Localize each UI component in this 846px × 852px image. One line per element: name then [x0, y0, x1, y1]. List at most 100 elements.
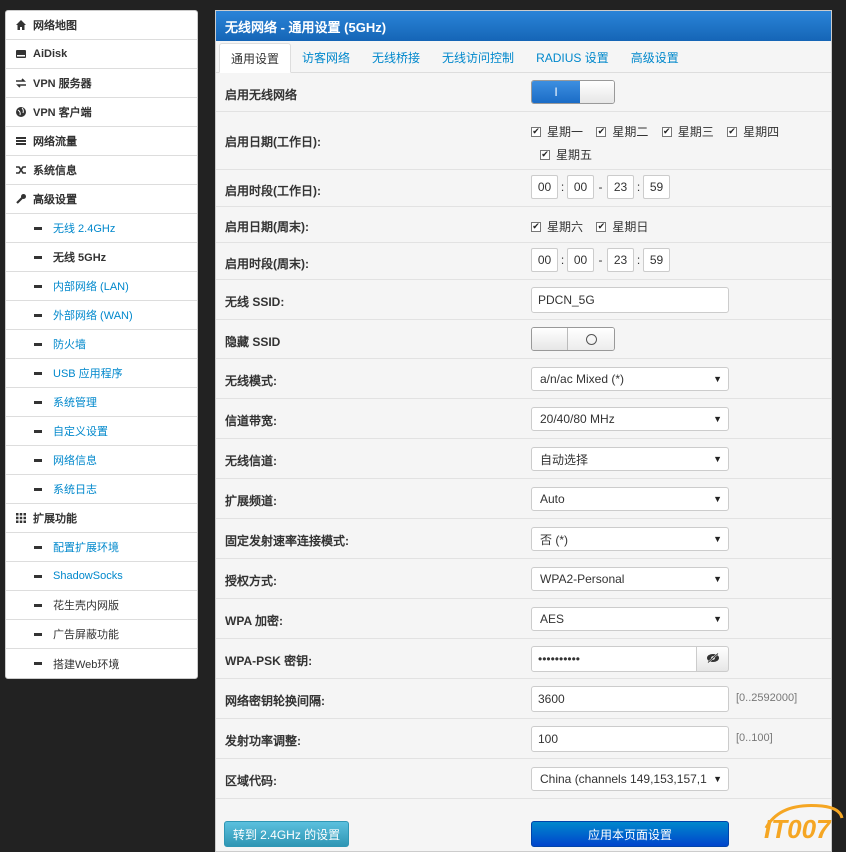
txpower-group: 100 [0..100]: [531, 726, 773, 752]
checkbox-thu[interactable]: ✔ 星期四: [727, 123, 779, 140]
toggle-off-right: [568, 328, 614, 350]
weekday-checkboxes: ✔ 星期一 ✔ 星期二 ✔ 星期三 ✔ 星期四 ✔ 星期五: [531, 123, 801, 163]
sidebar-sub-custom[interactable]: 自定义设置: [6, 417, 197, 446]
check-icon: ✔: [661, 126, 672, 137]
sidebar-sub-label: 防火墙: [53, 339, 86, 351]
sidebar-sub-oray[interactable]: 花生壳内网版: [6, 591, 197, 620]
eye-slash-icon: [706, 652, 720, 666]
sidebar-sub-label: 系统日志: [53, 484, 97, 496]
show-password-button[interactable]: [697, 646, 729, 672]
sidebar-sub-syslog[interactable]: 系统日志: [6, 475, 197, 504]
dash-icon: [34, 371, 42, 375]
sidebar-sub-label: 无线 2.4GHz: [53, 223, 116, 235]
checkbox-fri[interactable]: ✔ 星期五: [540, 146, 592, 163]
tab-general[interactable]: 通用设置: [219, 43, 292, 73]
wpa-enc-select[interactable]: AES ▼: [531, 607, 729, 631]
sidebar-sub-lan[interactable]: 内部网络 (LAN): [6, 272, 197, 301]
checkbox-label: 星期二: [612, 125, 649, 139]
sidebar-sub-netinfo[interactable]: 网络信息: [6, 446, 197, 475]
tab-bridge[interactable]: 无线桥接: [361, 42, 431, 72]
colon-separator: :: [560, 253, 565, 267]
tab-radius[interactable]: RADIUS 设置: [525, 42, 620, 72]
bandwidth-select[interactable]: 20/40/80 MHz ▼: [531, 407, 729, 431]
checkbox-sun[interactable]: ✔ 星期日: [596, 218, 648, 235]
goto-24ghz-button[interactable]: 转到 2.4GHz 的设置: [224, 821, 349, 847]
check-icon: ✔: [531, 221, 541, 232]
fixed-rate-select[interactable]: 否 (*) ▼: [531, 527, 729, 551]
label-weekend-days: 启用日期(周末):: [225, 220, 309, 234]
hide-ssid-toggle[interactable]: [531, 327, 615, 351]
sidebar-sub-ext-env[interactable]: 配置扩展环境: [6, 533, 197, 562]
sidebar-sub-shadowsocks[interactable]: ShadowSocks: [6, 562, 197, 591]
dash-icon: [34, 342, 42, 346]
dash-separator: -: [598, 180, 603, 194]
psk-input[interactable]: ••••••••••: [531, 646, 697, 672]
sidebar-item-network-map[interactable]: 网络地图: [6, 11, 197, 40]
rotation-input[interactable]: 3600: [531, 686, 729, 712]
sidebar-item-extensions[interactable]: 扩展功能: [6, 504, 197, 533]
tab-bar: 通用设置 访客网络 无线桥接 无线访问控制 RADIUS 设置 高级设置: [216, 41, 831, 73]
checkbox-mon[interactable]: ✔ 星期一: [531, 123, 583, 140]
checkbox-wed[interactable]: ✔ 星期三: [661, 123, 714, 140]
sidebar-item-vpn-client[interactable]: VPN 客户端: [6, 98, 197, 127]
weekend-start-hour[interactable]: 00: [531, 248, 558, 272]
sidebar-item-label: 扩展功能: [33, 513, 77, 525]
label-wireless-mode: 无线模式:: [225, 374, 277, 388]
tab-guest[interactable]: 访客网络: [291, 42, 361, 72]
checkbox-sat[interactable]: ✔ 星期六: [531, 218, 583, 235]
row-weekday-time: 启用时段(工作日): 00:00-23:59: [216, 170, 831, 207]
grid-icon: [15, 512, 33, 524]
checkbox-tue[interactable]: ✔ 星期二: [596, 123, 648, 140]
sidebar-sub-firewall[interactable]: 防火墙: [6, 330, 197, 359]
auth-select[interactable]: WPA2-Personal ▼: [531, 567, 729, 591]
sidebar-item-system-info[interactable]: 系统信息: [6, 156, 197, 185]
channel-select[interactable]: 自动选择 ▼: [531, 447, 729, 471]
sidebar-sub-usb[interactable]: USB 应用程序: [6, 359, 197, 388]
weekend-end-minute[interactable]: 59: [643, 248, 670, 272]
sidebar-sub-wireless-24[interactable]: 无线 2.4GHz: [6, 214, 197, 243]
wireless-mode-select[interactable]: a/n/ac Mixed (*) ▼: [531, 367, 729, 391]
sidebar-item-aidisk[interactable]: AiDisk: [6, 40, 197, 69]
weekday-start-minute[interactable]: 00: [567, 175, 594, 199]
dash-icon: [34, 429, 42, 433]
apply-button[interactable]: 应用本页面设置: [531, 821, 729, 847]
home-icon: [15, 19, 33, 31]
sidebar-sub-wan[interactable]: 外部网络 (WAN): [6, 301, 197, 330]
weekday-end-hour[interactable]: 23: [607, 175, 634, 199]
label-channel: 无线信道:: [225, 454, 277, 468]
toggle-off-left: [532, 328, 568, 350]
sidebar-sub-wireless-5[interactable]: 无线 5GHz: [6, 243, 197, 272]
sidebar-sub-label: 网络信息: [53, 455, 97, 467]
select-value: 自动选择: [540, 452, 589, 467]
sidebar-sub-adblock[interactable]: 广告屏蔽功能: [6, 620, 197, 649]
wrench-icon: [15, 193, 33, 205]
dropdown-arrow-icon: ▼: [713, 374, 722, 384]
weekend-end-hour[interactable]: 23: [607, 248, 634, 272]
sidebar-item-vpn-server[interactable]: VPN 服务器: [6, 69, 197, 98]
ssid-input[interactable]: PDCN_5G: [531, 287, 729, 313]
weekend-start-minute[interactable]: 00: [567, 248, 594, 272]
select-value: Auto: [540, 492, 565, 506]
dash-icon: [34, 632, 42, 636]
sidebar-sub-admin[interactable]: 系统管理: [6, 388, 197, 417]
weekday-start-hour[interactable]: 00: [531, 175, 558, 199]
dash-icon: [34, 255, 42, 259]
ext-channel-select[interactable]: Auto ▼: [531, 487, 729, 511]
tab-advanced[interactable]: 高级设置: [620, 42, 690, 72]
row-rotation: 网络密钥轮换间隔: 3600 [0..2592000]: [216, 679, 831, 719]
sidebar-item-traffic[interactable]: 网络流量: [6, 127, 197, 156]
sidebar-item-label: 高级设置: [33, 194, 77, 206]
txpower-input[interactable]: 100: [531, 726, 729, 752]
enable-wireless-toggle[interactable]: I: [531, 80, 615, 104]
sidebar-sub-label: 配置扩展环境: [53, 542, 119, 554]
tab-access-control[interactable]: 无线访问控制: [431, 42, 525, 72]
weekday-end-minute[interactable]: 59: [643, 175, 670, 199]
sidebar-sub-label: 外部网络 (WAN): [53, 310, 133, 322]
sidebar-sub-web[interactable]: 搭建Web环境: [6, 649, 197, 678]
label-psk: WPA-PSK 密钥:: [225, 654, 313, 668]
region-select[interactable]: China (channels 149,153,157,1 ▼: [531, 767, 729, 791]
sidebar-item-advanced[interactable]: 高级设置: [6, 185, 197, 214]
dash-icon: [34, 284, 42, 288]
check-icon: ✔: [727, 126, 738, 137]
label-weekday-time: 启用时段(工作日):: [225, 184, 321, 198]
